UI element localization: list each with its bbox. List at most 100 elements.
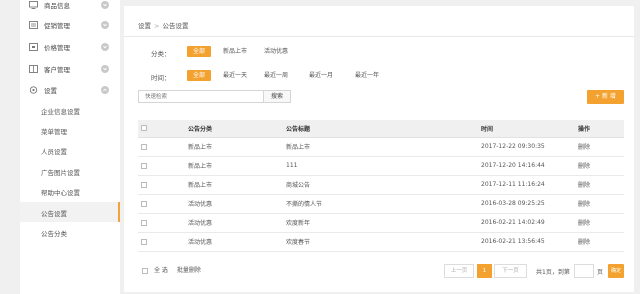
row-checkbox-cell bbox=[138, 232, 188, 252]
prev-page-button[interactable]: 上一页 bbox=[444, 264, 474, 278]
header-time: 时间 bbox=[481, 120, 578, 138]
promotion-icon bbox=[29, 21, 38, 29]
time-chip-last-month[interactable]: 最近一月 bbox=[303, 70, 339, 81]
current-page-button[interactable]: 1 bbox=[477, 264, 492, 278]
chevron-down-icon[interactable] bbox=[101, 1, 109, 9]
sidebar-subitem-label: 广告图片设置 bbox=[41, 169, 80, 177]
row-checkbox[interactable] bbox=[141, 238, 147, 245]
time-filter: 时间： 全部 最近一天 最近一周 最近一月 最近一年 bbox=[124, 70, 634, 82]
category-chip-new-products[interactable]: 新品上市 bbox=[217, 46, 253, 57]
page-number-input[interactable] bbox=[574, 264, 594, 278]
chevron-down-icon[interactable] bbox=[101, 21, 109, 29]
sidebar-subitem-label: 公告设置 bbox=[41, 210, 67, 218]
table-row: 活动优惠 欢度春节 2016-02-21 13:56:45 删除 bbox=[138, 232, 624, 252]
delete-link[interactable]: 删除 bbox=[578, 213, 624, 233]
row-time: 2016-02-21 13:56:45 bbox=[481, 232, 578, 252]
delete-link[interactable]: 删除 bbox=[578, 175, 624, 195]
sidebar-item-customer[interactable]: 客户管理 bbox=[20, 59, 120, 79]
sidebar-subitem-help-center[interactable]: 帮助中心设置 bbox=[20, 181, 120, 201]
row-title[interactable]: 111 bbox=[286, 156, 481, 176]
row-checkbox-cell bbox=[138, 213, 188, 233]
row-checkbox[interactable] bbox=[141, 219, 147, 226]
row-title[interactable]: 欢度新年 bbox=[286, 213, 481, 233]
bulk-delete-button[interactable]: 批量删除 bbox=[177, 267, 201, 274]
sidebar-item-label: 客户管理 bbox=[44, 66, 70, 74]
sidebar-item-price[interactable]: 价格管理 bbox=[20, 37, 120, 57]
sidebar-subitem-ad-images[interactable]: 广告图片设置 bbox=[20, 161, 120, 181]
row-checkbox[interactable] bbox=[141, 143, 147, 150]
go-page-button[interactable]: 确定 bbox=[608, 264, 624, 278]
row-time: 2017-12-20 14:16:44 bbox=[481, 156, 578, 176]
row-checkbox-cell bbox=[138, 156, 188, 176]
select-all-bottom-checkbox[interactable] bbox=[142, 267, 148, 274]
row-category: 活动优惠 bbox=[188, 194, 286, 214]
delete-link[interactable]: 删除 bbox=[578, 156, 624, 176]
sidebar-item-promotion[interactable]: 促销管理 bbox=[20, 15, 120, 35]
header-category: 公告分类 bbox=[188, 120, 286, 138]
row-title[interactable]: 欢度春节 bbox=[286, 232, 481, 252]
sidebar-item-settings[interactable]: 设置 bbox=[20, 80, 120, 100]
row-title[interactable]: 不撕的情人节 bbox=[286, 194, 481, 214]
breadcrumb-root[interactable]: 设置 bbox=[138, 22, 151, 30]
next-page-button[interactable]: 下一页 bbox=[494, 264, 527, 278]
sidebar-item-label: 价格管理 bbox=[44, 44, 70, 52]
main-panel: 设置 > 公告设置 分类： 全部 新品上市 活动优惠 时间： 全部 最近一天 最近一… bbox=[124, 6, 634, 292]
row-checkbox-cell bbox=[138, 175, 188, 195]
header-title: 公告标题 bbox=[286, 120, 481, 138]
chevron-down-icon[interactable] bbox=[101, 65, 109, 73]
header-checkbox-cell bbox=[138, 120, 188, 138]
sidebar: 商品信息 促销管理 价格管理 客户管理 设置 企业信息设置 菜单管理 人员设置 … bbox=[20, 0, 120, 294]
row-time: 2016-02-21 14:02:49 bbox=[481, 213, 578, 233]
time-chip-last-week[interactable]: 最近一周 bbox=[258, 70, 294, 81]
row-category: 新品上市 bbox=[188, 156, 286, 176]
sidebar-subitem-label: 帮助中心设置 bbox=[41, 189, 80, 197]
row-title[interactable]: 商城公告 bbox=[286, 175, 481, 195]
add-button[interactable]: + 新 增 bbox=[587, 90, 624, 104]
pagination-unit: 页 bbox=[597, 269, 604, 276]
monitor-icon bbox=[29, 1, 38, 9]
sidebar-subitem-label: 菜单管理 bbox=[41, 128, 67, 136]
sidebar-subitem-menu[interactable]: 菜单管理 bbox=[20, 120, 120, 140]
pagination-info: 共1页，到第 bbox=[536, 269, 570, 276]
sidebar-subitem-label: 人员设置 bbox=[41, 148, 67, 156]
announcements-table: 公告分类 公告标题 时间 操作 新品上市 新品上市 2017-12-22 09:… bbox=[138, 120, 624, 252]
row-checkbox[interactable] bbox=[141, 200, 147, 207]
header-action: 操作 bbox=[578, 120, 624, 138]
breadcrumb-separator: > bbox=[154, 22, 160, 30]
sidebar-item-product-info[interactable]: 商品信息 bbox=[20, 0, 120, 15]
row-time: 2017-12-11 11:16:24 bbox=[481, 175, 578, 195]
table-row: 新品上市 新品上市 2017-12-22 09:30:35 删除 bbox=[138, 137, 624, 157]
sidebar-subitem-announcements[interactable]: 公告设置 bbox=[20, 202, 120, 222]
category-chip-promotions[interactable]: 活动优惠 bbox=[258, 46, 294, 57]
delete-link[interactable]: 删除 bbox=[578, 232, 624, 252]
divider bbox=[124, 36, 634, 37]
chevron-down-icon[interactable] bbox=[101, 43, 109, 51]
chevron-up-icon[interactable] bbox=[101, 86, 109, 94]
sidebar-item-label: 促销管理 bbox=[44, 22, 70, 30]
table-header-row: 公告分类 公告标题 时间 操作 bbox=[138, 120, 624, 138]
time-chip-last-year[interactable]: 最近一年 bbox=[349, 70, 385, 81]
sidebar-subitem-staff[interactable]: 人员设置 bbox=[20, 140, 120, 160]
search-input[interactable] bbox=[138, 90, 264, 103]
row-checkbox-cell bbox=[138, 137, 188, 157]
time-chip-all[interactable]: 全部 bbox=[187, 70, 212, 81]
delete-link[interactable]: 删除 bbox=[578, 137, 624, 157]
row-checkbox[interactable] bbox=[141, 181, 147, 188]
sidebar-subitem-announcement-categories[interactable]: 公告分类 bbox=[20, 222, 120, 242]
select-all-checkbox[interactable] bbox=[141, 125, 147, 132]
delete-link[interactable]: 删除 bbox=[578, 194, 624, 214]
search-button[interactable]: 搜索 bbox=[263, 90, 291, 103]
table-row: 活动优惠 欢度新年 2016-02-21 14:02:49 删除 bbox=[138, 213, 624, 233]
bulk-actions: 全 选 批量删除 bbox=[142, 265, 201, 274]
row-title[interactable]: 新品上市 bbox=[286, 137, 481, 157]
sidebar-subitem-label: 企业信息设置 bbox=[41, 108, 80, 116]
sidebar-item-label: 设置 bbox=[44, 87, 57, 95]
select-all-label[interactable]: 全 选 bbox=[154, 267, 168, 274]
time-filter-label: 时间： bbox=[151, 74, 171, 82]
time-chip-last-day[interactable]: 最近一天 bbox=[217, 70, 253, 81]
category-chip-all[interactable]: 全部 bbox=[187, 46, 212, 57]
sidebar-subitem-company-info[interactable]: 企业信息设置 bbox=[20, 100, 120, 120]
row-checkbox[interactable] bbox=[141, 162, 147, 169]
price-icon bbox=[29, 43, 38, 51]
row-time: 2017-12-22 09:30:35 bbox=[481, 137, 578, 157]
